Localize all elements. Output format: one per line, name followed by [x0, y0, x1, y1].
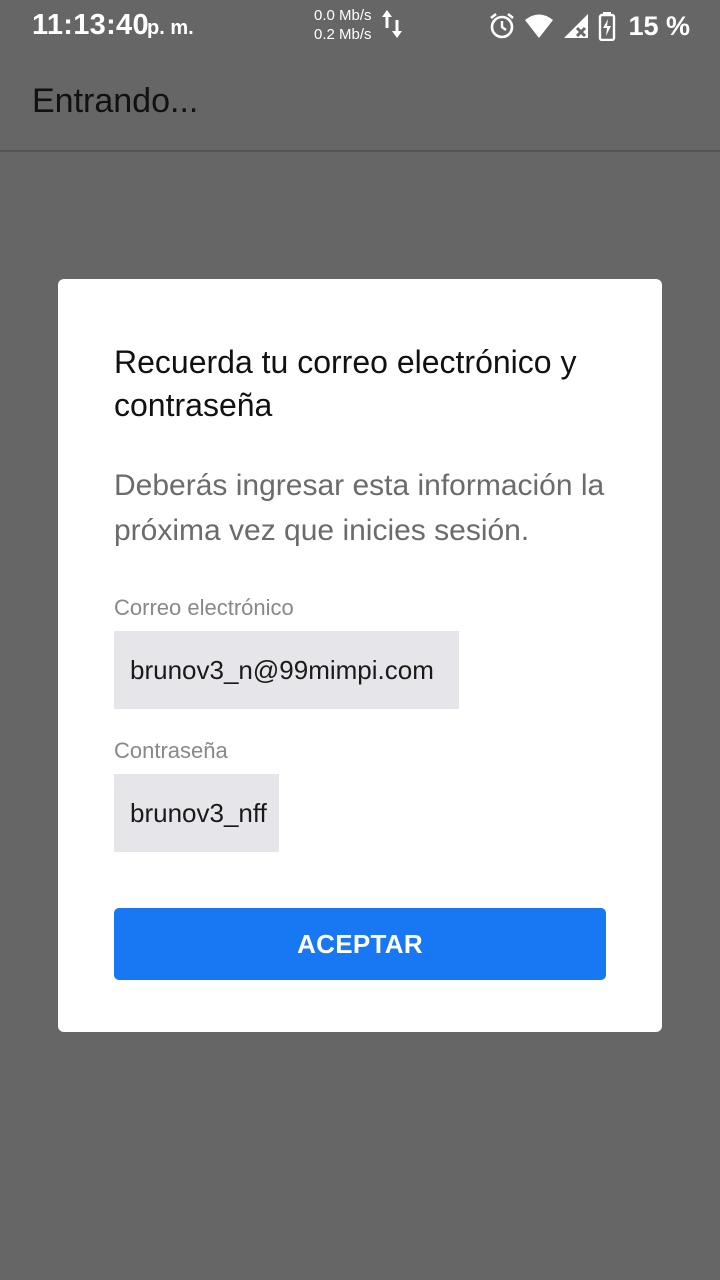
dialog-title: Recuerda tu correo electrónico y contras…: [114, 344, 577, 423]
app-title: Entrando...: [32, 82, 199, 120]
alarm-icon: [490, 12, 515, 39]
status-icons: 15 %: [488, 8, 690, 44]
status-ampm: p. m.: [147, 17, 194, 39]
status-time: 11:13:40: [32, 9, 149, 41]
dialog-message: Deberás ingresar esta información la pró…: [114, 469, 605, 547]
remember-credentials-dialog: Recuerda tu correo electrónico y contras…: [58, 279, 662, 1032]
cell-signal-no-data-icon: [564, 14, 589, 38]
wifi-icon: [525, 14, 554, 38]
data-transfer-arrows-icon: [382, 10, 402, 38]
password-label: Contraseña: [114, 738, 228, 763]
download-speed: 0.2 Mb/s: [314, 26, 372, 43]
email-field[interactable]: brunov3_n@99mimpi.com: [114, 631, 459, 709]
status-bar: 11:13:40 p. m. 0.0 Mb/s 0.2 Mb/s 15 %: [0, 0, 720, 52]
upload-speed: 0.0 Mb/s: [314, 7, 372, 24]
battery-percent: 15 %: [628, 10, 690, 41]
password-field[interactable]: brunov3_nff: [114, 774, 279, 852]
battery-charging-icon: [599, 12, 616, 41]
email-label: Correo electrónico: [114, 595, 294, 620]
network-speed: 0.0 Mb/s 0.2 Mb/s: [314, 6, 372, 44]
app-bar: Entrando...: [0, 52, 720, 152]
accept-button[interactable]: ACEPTAR: [114, 908, 606, 980]
